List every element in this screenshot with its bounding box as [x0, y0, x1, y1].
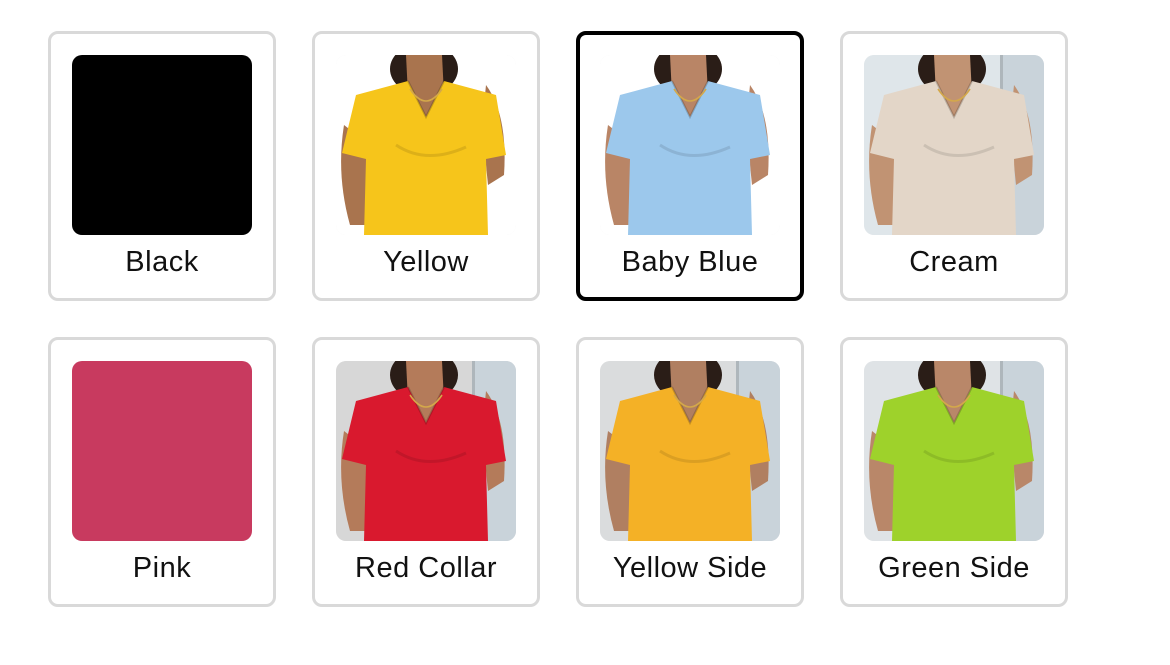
swatch-label: Pink [132, 552, 192, 584]
swatch-label: Yellow [383, 246, 469, 278]
swatch-label: Baby Blue [621, 246, 759, 278]
swatch-label: Cream [909, 246, 999, 278]
swatch-image [336, 361, 516, 541]
swatch-red-collar[interactable]: Red Collar [312, 337, 540, 607]
swatch-label: Red Collar [355, 552, 497, 584]
swatch-image [72, 361, 252, 541]
swatch-yellow[interactable]: Yellow [312, 31, 540, 301]
swatch-green-side[interactable]: Green Side [840, 337, 1068, 607]
swatch-label: Green Side [878, 552, 1030, 584]
swatch-cream[interactable]: Cream [840, 31, 1068, 301]
garment-photo [864, 55, 1044, 235]
swatch-image [600, 55, 780, 235]
swatch-image [864, 55, 1044, 235]
garment-photo [600, 55, 780, 235]
swatch-label: Black [125, 246, 199, 278]
swatch-label: Yellow Side [612, 552, 768, 584]
swatch-image [72, 55, 252, 235]
garment-photo [864, 361, 1044, 541]
garment-photo [600, 361, 780, 541]
swatch-pink[interactable]: Pink [48, 337, 276, 607]
swatch-image [864, 361, 1044, 541]
swatch-image [600, 361, 780, 541]
swatch-black[interactable]: Black [48, 31, 276, 301]
swatch-baby-blue[interactable]: Baby Blue [576, 31, 804, 301]
garment-photo [336, 361, 516, 541]
swatch-image [336, 55, 516, 235]
swatch-yellow-side[interactable]: Yellow Side [576, 337, 804, 607]
color-swatch-grid: Black Yellow Baby Blue Cream Pink Red Co… [48, 31, 1068, 607]
garment-photo [336, 55, 516, 235]
